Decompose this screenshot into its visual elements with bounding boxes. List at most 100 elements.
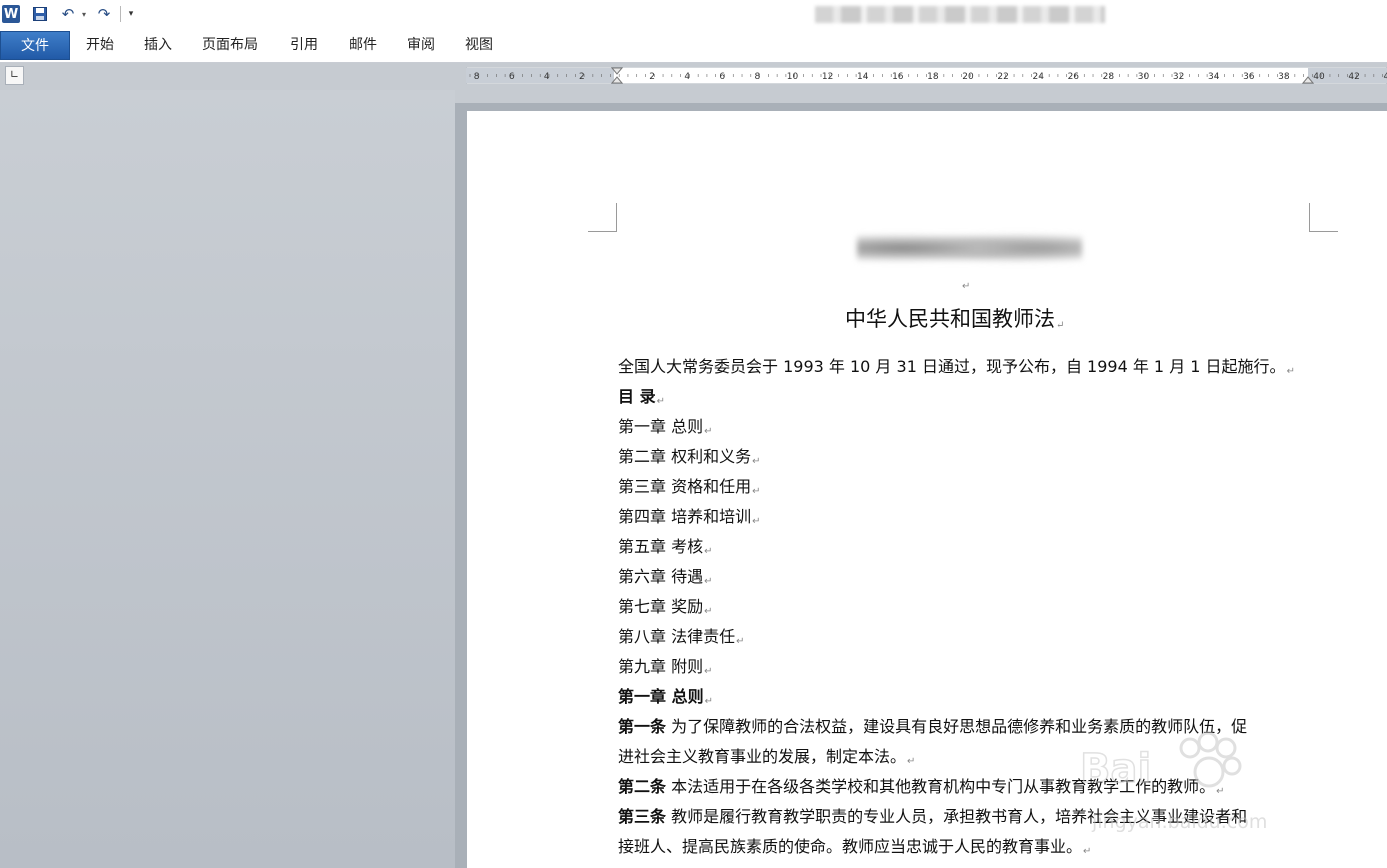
- line-text: 第一章 总则: [618, 417, 704, 436]
- ruler-tick-label: 22: [997, 72, 1008, 82]
- document-line: 目 录↵: [618, 383, 665, 407]
- tab-references[interactable]: 引用: [290, 31, 318, 60]
- paragraph-mark: ↵: [704, 426, 713, 437]
- line-text: 第二章 权利和义务: [618, 447, 752, 466]
- document-line: 进社会主义教育事业的发展，制定本法。↵: [618, 743, 915, 767]
- line-text: 第四章 培养和培训: [618, 507, 752, 526]
- paragraph-mark: ↵: [704, 696, 713, 707]
- line-text: 第六章 待遇: [618, 567, 704, 586]
- paragraph-mark: ↵: [656, 396, 665, 407]
- document-line: 第四条 各级人民政府应当采取措施，加强教师的思想政治教育和业务培训，改善教师的工…: [618, 863, 1263, 868]
- line-text: 第七章 奖励: [618, 597, 704, 616]
- document-line: 第二章 权利和义务↵: [618, 443, 760, 467]
- paragraph-mark: ↵: [1216, 786, 1225, 797]
- paragraph-mark: ↵: [907, 756, 916, 767]
- ruler-tick-label: 38: [1278, 72, 1290, 82]
- paragraph-mark: ↵: [962, 281, 971, 292]
- bold-text: 第二条: [618, 777, 667, 796]
- document-line: 第一章 总则↵: [618, 683, 713, 707]
- line-text: 本法适用于在各级各类学校和其他教育机构中专门从事教育教学工作的教师。: [666, 777, 1216, 796]
- ruler-tick-label: 44: [1383, 72, 1387, 82]
- line-text: 全国人大常务委员会于 1993 年 10 月 31 日通过，现予公布，自 199…: [618, 357, 1286, 376]
- line-text: 教师是履行教育教学职责的专业人员，承担教书育人，培养社会主义事业建设者和: [666, 807, 1248, 826]
- paragraph-mark: ↵: [704, 606, 713, 617]
- document-line: 第四章 培养和培训↵: [618, 503, 760, 527]
- ruler-tick-label: 28: [1103, 72, 1115, 82]
- ruler-tick-label: 18: [927, 72, 939, 82]
- ruler-tick-label: 42: [1348, 72, 1359, 82]
- undo-dropdown[interactable]: ▾: [79, 4, 89, 24]
- page-header-blurred: [857, 231, 1082, 265]
- tab-insert[interactable]: 插入: [144, 31, 172, 60]
- undo-button[interactable]: ↶: [58, 4, 78, 24]
- redo-button[interactable]: ↷: [94, 4, 114, 24]
- bold-text: 第一章 总则: [618, 687, 704, 706]
- ribbon-tab-bar: 文件 开始 插入 页面布局 引用 邮件 审阅 视图: [0, 28, 1387, 63]
- line-text: 第五章 考核: [618, 537, 704, 556]
- document-line: 第九章 附则↵: [618, 653, 712, 677]
- document-line: 第一章 总则↵: [618, 413, 712, 437]
- bold-text: 第三条: [618, 807, 667, 826]
- document-line: 第六章 待遇↵: [618, 563, 712, 587]
- line-text: 第三章 资格和任用: [618, 477, 752, 496]
- ruler-tick-label: 24: [1032, 72, 1044, 82]
- tab-stop-selector[interactable]: ∟: [5, 66, 24, 85]
- document-line: 第三条 教师是履行教育教学职责的专业人员，承担教书育人，培养社会主义事业建设者和: [618, 803, 1247, 827]
- document-line: 第五章 考核↵: [618, 533, 712, 557]
- margin-corner-mark: [1309, 203, 1338, 232]
- horizontal-ruler[interactable]: 8 6 4 2 2 4 6 8 10 12 14 16 18 20 22 24 26 28 30 32 34 36 38 40…: [466, 67, 1387, 84]
- tab-view[interactable]: 视图: [465, 31, 493, 60]
- document-page[interactable]: ↵ 中华人民共和国教师法↵ 全国人大常务委员会于 1993 年 10 月 31 …: [467, 111, 1387, 868]
- save-button[interactable]: [30, 4, 50, 24]
- window-title: [815, 6, 1105, 23]
- tab-file[interactable]: 文件: [0, 31, 70, 60]
- ruler-tick-label: 32: [1173, 72, 1184, 82]
- ruler-tick-label: 30: [1138, 72, 1150, 82]
- tab-mailings[interactable]: 邮件: [349, 31, 377, 60]
- chevron-down-icon: ▾: [128, 9, 134, 19]
- line-text: 第八章 法律责任: [618, 627, 736, 646]
- margin-corner-mark: [588, 203, 617, 232]
- title-bar: W ↶ ▾ ↷ ▾: [0, 0, 1387, 28]
- line-text: 第九章 附则: [618, 657, 704, 676]
- customize-toolbar-button[interactable]: ▾: [124, 4, 138, 24]
- bold-text: 第一条: [618, 717, 667, 736]
- line-text: 为了保障教师的合法权益，建设具有良好思想品德修养和业务素质的教师队伍，促: [666, 717, 1248, 736]
- paragraph-mark: ↵: [736, 636, 745, 647]
- line-text: 进社会主义教育事业的发展，制定本法。: [618, 747, 907, 766]
- paragraph-mark: ↵: [752, 516, 761, 527]
- document-title: 中华人民共和国教师法↵: [845, 307, 1065, 331]
- line-text: 接班人、提高民族素质的使命。教师应当忠诚于人民的教育事业。: [618, 837, 1083, 856]
- tab-page-layout[interactable]: 页面布局: [202, 31, 258, 60]
- document-line: 接班人、提高民族素质的使命。教师应当忠诚于人民的教育事业。↵: [618, 833, 1091, 857]
- document-line: 第八章 法律责任↵: [618, 623, 744, 647]
- word-app-icon[interactable]: W: [2, 5, 20, 23]
- paragraph-mark: ↵: [752, 456, 761, 467]
- paragraph-mark: ↵: [1083, 846, 1092, 857]
- document-line: 第七章 奖励↵: [618, 593, 712, 617]
- paragraph-mark: ↵: [752, 486, 761, 497]
- ruler-tick-label: 20: [962, 72, 974, 82]
- paragraph-mark: ↵: [704, 546, 713, 557]
- save-icon: [33, 7, 47, 21]
- paragraph-mark: ↵: [704, 576, 713, 587]
- ruler-tick-label: 14: [857, 72, 869, 82]
- toolbar-separator: [120, 6, 121, 22]
- ruler-tick-label: 34: [1208, 72, 1220, 82]
- bold-text: 目 录: [618, 387, 656, 406]
- ruler-tick-label: 16: [892, 72, 904, 82]
- ruler-tick-label: 10: [787, 72, 799, 82]
- document-background: [0, 90, 455, 868]
- tab-review[interactable]: 审阅: [407, 31, 435, 60]
- ruler-tick-label: 26: [1068, 72, 1080, 82]
- ruler-tick-label: 36: [1243, 72, 1255, 82]
- ruler-tick-label: 40: [1313, 72, 1325, 82]
- document-line: 第三章 资格和任用↵: [618, 473, 760, 497]
- redo-icon: ↷: [97, 5, 111, 23]
- document-line: 第一条 为了保障教师的合法权益，建设具有良好思想品德修养和业务素质的教师队伍，促: [618, 713, 1247, 737]
- paragraph-mark: ↵: [704, 666, 713, 677]
- undo-icon: ↶: [61, 5, 75, 23]
- ruler-tick-label: 12: [822, 72, 833, 82]
- tab-home[interactable]: 开始: [86, 31, 114, 60]
- document-line: 第二条 本法适用于在各级各类学校和其他教育机构中专门从事教育教学工作的教师。↵: [618, 773, 1225, 797]
